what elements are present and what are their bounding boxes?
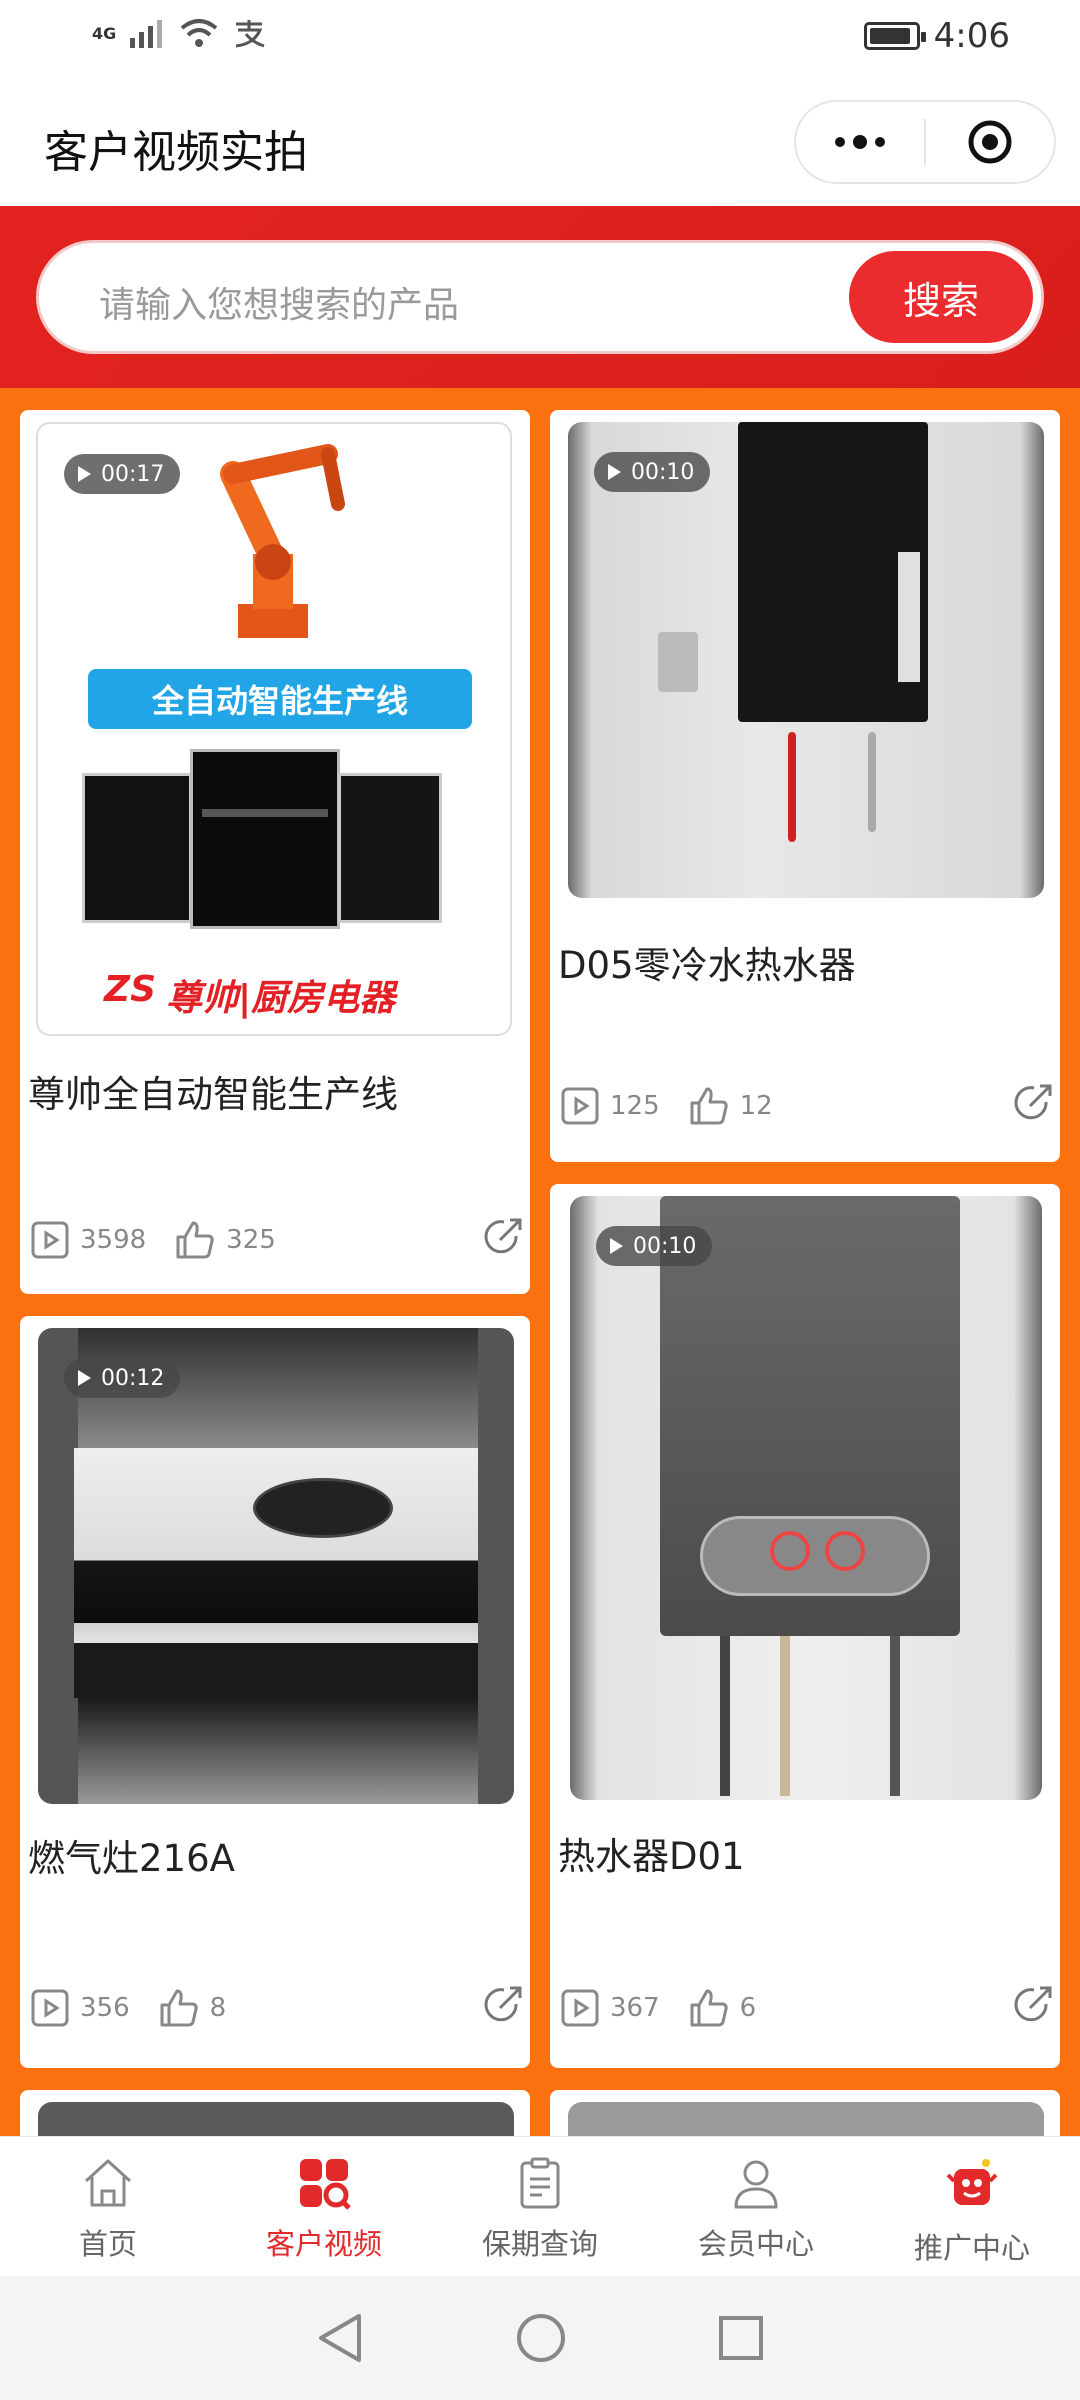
brand-text: 尊帅|厨房电器 — [166, 978, 396, 1019]
recents-icon[interactable] — [717, 2314, 765, 2362]
thumb-brand: ZS 尊帅|厨房电器 — [104, 969, 395, 1021]
play-icon — [610, 1238, 623, 1254]
tab-label: 首页 — [78, 2227, 137, 2261]
appliance-image — [82, 749, 482, 929]
duration-badge: 00:12 — [64, 1358, 181, 1398]
share-icon[interactable] — [1012, 1082, 1054, 1124]
video-card-partial[interactable] — [20, 2090, 530, 2136]
video-stats: 3598 325 — [30, 1220, 304, 1260]
share-icon[interactable] — [482, 1216, 524, 1258]
video-stats: 356 8 — [30, 1988, 254, 2028]
video-card[interactable]: 00:10 热水器D01 367 6 — [550, 1184, 1060, 2068]
tab-label: 客户视频 — [265, 2227, 382, 2261]
tab-label: 会员中心 — [697, 2227, 814, 2261]
views-icon — [31, 1989, 69, 2027]
status-bar: 4G 4:06 — [0, 0, 1080, 78]
video-card[interactable]: 00:12 燃气灶216A 356 8 — [20, 1316, 530, 2068]
back-icon[interactable] — [315, 2312, 365, 2364]
views-icon — [31, 1221, 69, 1259]
duration-text: 00:10 — [631, 459, 695, 485]
video-title[interactable]: D05零冷水热水器 — [558, 935, 856, 989]
more-button[interactable] — [796, 102, 924, 182]
bottom-tabbar: 首页 客户视频 保期查询 会员中心 推广中心 — [0, 2136, 1080, 2276]
likes-count: 12 — [739, 1091, 773, 1121]
video-card-partial[interactable] — [550, 2090, 1060, 2136]
search-band: 请输入您想搜索的产品 搜索 — [0, 206, 1080, 388]
grid-video-icon — [300, 2159, 351, 2210]
mascot-icon — [946, 2159, 998, 2205]
video-card[interactable]: 全自动智能生产线 ZS 尊帅|厨房电器 00:17 尊帅全自动智能生产线 359… — [20, 410, 530, 1294]
home-circle-icon[interactable] — [515, 2312, 567, 2364]
likes-count: 325 — [226, 1225, 276, 1255]
tab-label: 保期查询 — [481, 2227, 598, 2261]
play-icon — [608, 464, 621, 480]
tab-home[interactable]: 首页 — [0, 2137, 216, 2276]
play-icon — [78, 1370, 91, 1386]
search-button[interactable]: 搜索 — [849, 251, 1033, 343]
like-icon[interactable] — [158, 1987, 200, 2029]
thumb-banner: 全自动智能生产线 — [88, 669, 472, 729]
battery-icon — [863, 22, 926, 50]
video-thumbnail[interactable]: 00:10 — [570, 1196, 1042, 1800]
target-icon — [968, 120, 1012, 164]
views-count: 125 — [610, 1091, 660, 1121]
views-icon — [561, 1989, 599, 2027]
duration-badge: 00:10 — [594, 452, 711, 492]
video-stats: 125 12 — [560, 1086, 801, 1126]
wifi-icon — [180, 19, 218, 47]
network-label: 4G — [92, 23, 117, 43]
duration-badge: 00:17 — [64, 454, 181, 494]
page-title: 客户视频实拍 — [44, 127, 308, 178]
video-stats: 367 6 — [560, 1988, 784, 2028]
duration-badge: 00:10 — [596, 1226, 713, 1266]
share-icon[interactable] — [482, 1984, 524, 2026]
video-thumbnail[interactable]: 00:10 — [568, 422, 1044, 898]
clipboard-icon — [520, 2157, 560, 2209]
tab-member[interactable]: 会员中心 — [648, 2137, 864, 2276]
video-grid: 全自动智能生产线 ZS 尊帅|厨房电器 00:17 尊帅全自动智能生产线 359… — [0, 388, 1080, 2136]
tab-customer-video[interactable]: 客户视频 — [216, 2137, 432, 2276]
video-title[interactable]: 燃气灶216A — [28, 1828, 235, 1882]
close-miniprogram-button[interactable] — [926, 102, 1054, 182]
search-input[interactable]: 请输入您想搜索的产品 搜索 — [36, 240, 1044, 354]
video-title[interactable]: 尊帅全自动智能生产线 — [28, 1064, 398, 1118]
signal-icon — [130, 20, 163, 48]
robot-arm-image — [220, 444, 345, 638]
more-dots-icon — [835, 135, 885, 149]
tab-label: 推广中心 — [913, 2231, 1030, 2265]
like-icon[interactable] — [688, 1987, 730, 2029]
duration-text: 00:10 — [633, 1233, 697, 1259]
video-card[interactable]: 00:10 D05零冷水热水器 125 12 — [550, 410, 1060, 1162]
video-thumbnail[interactable]: 全自动智能生产线 ZS 尊帅|厨房电器 00:17 — [36, 422, 512, 1036]
search-placeholder: 请输入您想搜索的产品 — [99, 285, 460, 326]
like-icon[interactable] — [174, 1219, 216, 1261]
play-icon — [78, 466, 91, 482]
views-count: 3598 — [80, 1225, 147, 1255]
system-nav-bar — [0, 2276, 1080, 2400]
views-count: 356 — [80, 1993, 130, 2023]
status-time: 4:06 — [933, 16, 1010, 56]
home-icon — [84, 2159, 132, 2207]
title-bar: 客户视频实拍 — [0, 78, 1080, 206]
views-icon — [561, 1087, 599, 1125]
miniprogram-capsule — [794, 100, 1056, 184]
tab-warranty[interactable]: 保期查询 — [432, 2137, 648, 2276]
duration-text: 00:17 — [101, 461, 165, 487]
like-icon[interactable] — [688, 1085, 730, 1127]
alipay-icon — [236, 20, 265, 48]
tab-promotion[interactable]: 推广中心 — [864, 2137, 1080, 2276]
user-icon — [734, 2160, 778, 2209]
likes-count: 8 — [209, 1993, 227, 2023]
brand-logo: ZS — [104, 969, 157, 1010]
duration-text: 00:12 — [101, 1365, 165, 1391]
video-title[interactable]: 热水器D01 — [558, 1826, 745, 1880]
share-icon[interactable] — [1012, 1984, 1054, 2026]
views-count: 367 — [610, 1993, 660, 2023]
likes-count: 6 — [739, 1993, 757, 2023]
video-thumbnail[interactable]: 00:12 — [38, 1328, 514, 1804]
